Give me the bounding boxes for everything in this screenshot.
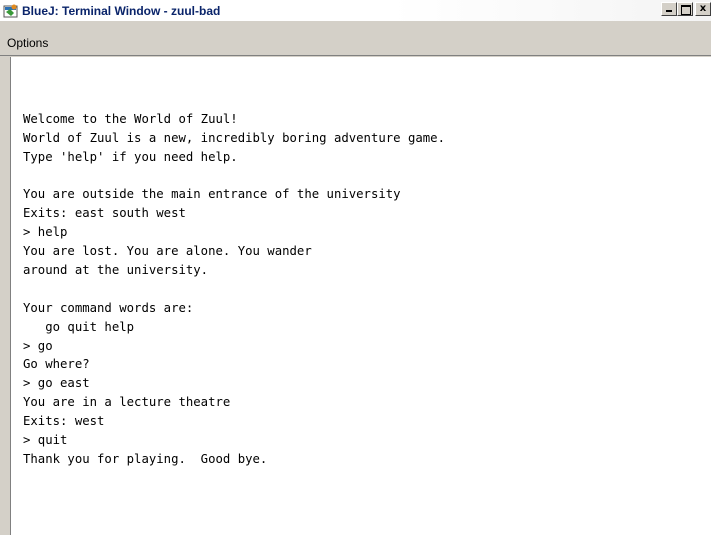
menu-separator [0, 55, 711, 56]
terminal-line: > help [23, 225, 68, 240]
close-icon: x [699, 3, 707, 14]
terminal-line: You are in a lecture theatre [23, 395, 231, 410]
minimize-button[interactable] [661, 2, 677, 16]
terminal-output-area[interactable]: Welcome to the World of Zuul! World of Zu… [10, 57, 711, 535]
minimize-icon [666, 10, 672, 12]
terminal-line: Go where? [23, 357, 90, 372]
terminal-line: > quit [23, 433, 68, 448]
maximize-button[interactable] [677, 2, 693, 16]
maximize-icon [681, 5, 691, 15]
terminal-line: Exits: west [23, 414, 105, 429]
terminal-line: Thank you for playing. Good bye. [23, 451, 268, 466]
terminal-line: Exits: east south west [23, 206, 186, 221]
bluej-app-icon [3, 3, 19, 19]
terminal-text: Welcome to the World of Zuul! World of Zu… [23, 91, 445, 469]
terminal-line: You are lost. You are alone. You wander [23, 244, 312, 259]
terminal-line: > go east [23, 376, 90, 391]
menu-options[interactable]: Options [7, 36, 48, 50]
terminal-line: around at the university. [23, 263, 209, 278]
terminal-line: Your command words are: [23, 300, 194, 315]
close-button[interactable]: x [695, 2, 711, 16]
terminal-line: World of Zuul is a new, incredibly borin… [23, 130, 445, 145]
terminal-line: You are outside the main entrance of the… [23, 187, 401, 202]
terminal-line: > go [23, 338, 53, 353]
title-buttons: x [661, 2, 711, 16]
menu-bar: Options [0, 21, 711, 55]
terminal-line: Type 'help' if you need help. [23, 149, 238, 164]
window-title: BlueJ: Terminal Window - zuul-bad [22, 3, 221, 18]
terminal-window: BlueJ: Terminal Window - zuul-bad x Opti… [0, 0, 711, 535]
title-bar[interactable]: BlueJ: Terminal Window - zuul-bad x [0, 0, 711, 21]
terminal-line: go quit help [23, 319, 135, 334]
terminal-line: Welcome to the World of Zuul! [23, 111, 238, 126]
